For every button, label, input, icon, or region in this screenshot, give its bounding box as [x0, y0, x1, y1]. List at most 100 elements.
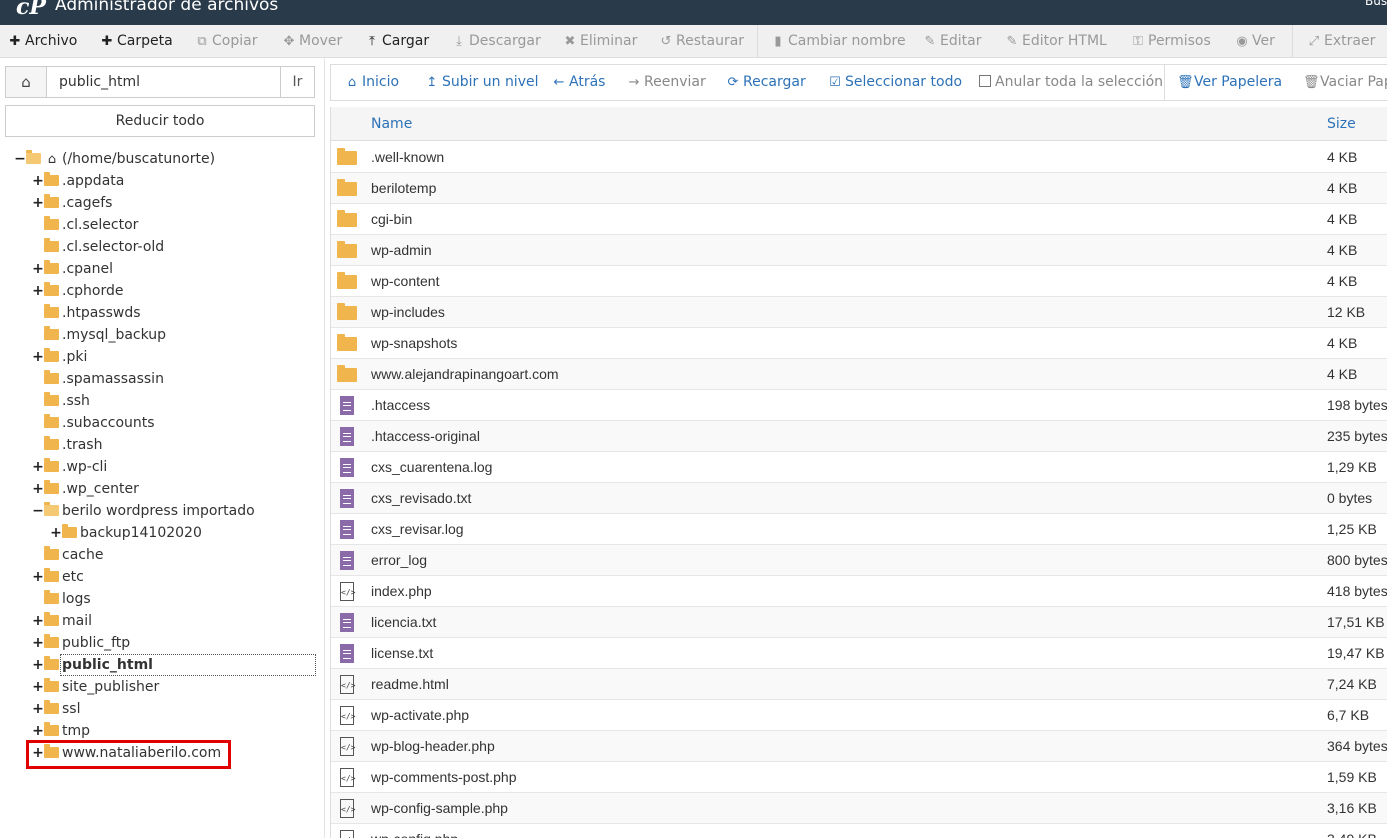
table-row[interactable]: cgi-bin 4 KB [331, 204, 1387, 235]
tree-item[interactable]: + .appdata [32, 170, 124, 192]
tree-item[interactable]: + etc [32, 566, 84, 588]
table-row[interactable]: cxs_revisado.txt 0 bytes [331, 483, 1387, 514]
toolbar-editar-button[interactable]: ✎ Editar [923, 33, 982, 49]
expand-icon[interactable]: + [32, 192, 44, 214]
folder-icon [44, 282, 59, 296]
expand-icon[interactable]: + [32, 456, 44, 478]
tree-item[interactable]: .cl.selector-old [32, 236, 164, 258]
toolbar-eliminar-button[interactable]: ✖ Eliminar [563, 33, 638, 49]
cpanel-logo[interactable]: cP [16, 0, 46, 20]
toolbar-cargar-button[interactable]: ⤒ Cargar [365, 33, 429, 49]
tree-item[interactable]: + .wp-cli [32, 456, 107, 478]
table-row[interactable]: .htaccess 198 bytes [331, 390, 1387, 421]
table-row[interactable]: licencia.txt 17,51 KB [331, 607, 1387, 638]
file-size: 364 bytes [1327, 738, 1387, 754]
tree-item[interactable]: + backup14102020 [50, 522, 202, 544]
tree-item[interactable]: .mysql_backup [32, 324, 166, 346]
home-icon[interactable]: ⌂ [6, 67, 47, 97]
table-row[interactable]: .htaccess-original 235 bytes [331, 421, 1387, 452]
tree-item[interactable]: .subaccounts [32, 412, 155, 434]
tree-item[interactable]: + mail [32, 610, 92, 632]
tree-item[interactable]: logs [32, 588, 91, 610]
pane-divider[interactable] [324, 58, 325, 838]
tree-item[interactable]: + .cagefs [32, 192, 112, 214]
collapse-icon[interactable]: − [14, 148, 26, 170]
expand-icon[interactable]: + [32, 654, 44, 676]
collapse-all-button[interactable]: Reducir todo [5, 105, 315, 137]
toolbar-editor-html-button[interactable]: ✎ Editor HTML [1005, 33, 1107, 49]
table-row[interactable]: </> wp-blog-header.php 364 bytes [331, 731, 1387, 762]
nav-recargar-button[interactable]: ⟳ Recargar [726, 74, 806, 90]
table-row[interactable]: wp-admin 4 KB [331, 235, 1387, 266]
table-row[interactable]: license.txt 19,47 KB [331, 638, 1387, 669]
tree-item[interactable]: .ssh [32, 390, 90, 412]
table-row[interactable]: error_log 800 bytes [331, 545, 1387, 576]
column-size-header[interactable]: Size [1327, 116, 1356, 132]
nav-atrás-button[interactable]: ← Atrás [552, 74, 606, 90]
toolbar-carpeta-button[interactable]: ✚ Carpeta [100, 33, 173, 49]
table-row[interactable]: berilotemp 4 KB [331, 173, 1387, 204]
nav-subir-un-nivel-button[interactable]: ↥ Subir un nivel [425, 74, 539, 90]
column-name-header[interactable]: Name [371, 116, 412, 132]
nav-ver-papelera-button[interactable]: 🗑Ver Papelera [1177, 74, 1282, 90]
tree-item[interactable]: .htpasswds [32, 302, 141, 324]
toolbar-extraer-button[interactable]: ⤢ Extraer [1307, 33, 1376, 49]
table-row[interactable]: .well-known 4 KB [331, 142, 1387, 173]
table-row[interactable]: cxs_revisar.log 1,25 KB [331, 514, 1387, 545]
nav-inicio-button[interactable]: ⌂ Inicio [345, 74, 399, 90]
table-row[interactable]: </> wp-config.php 3,49 KB [331, 824, 1387, 838]
expand-icon[interactable]: + [32, 610, 44, 632]
tree-item[interactable]: cache [32, 544, 103, 566]
expand-icon[interactable]: + [32, 280, 44, 302]
expand-icon[interactable]: + [32, 676, 44, 698]
table-row[interactable]: </> wp-config-sample.php 3,16 KB [331, 793, 1387, 824]
table-row[interactable]: wp-content 4 KB [331, 266, 1387, 297]
toolbar-permisos-button[interactable]: ⚿ Permisos [1131, 33, 1211, 49]
tree-item[interactable]: + .cpanel [32, 258, 113, 280]
toolbar-descargar-button[interactable]: ⤓ Descargar [452, 33, 541, 49]
toolbar-archivo-button[interactable]: ✚ Archivo [8, 33, 78, 49]
nav-anular-toda-la-selección-button[interactable]: Anular toda la selección [979, 74, 1163, 90]
toolbar-copiar-button[interactable]: ⧉ Copiar [195, 33, 257, 49]
expand-icon[interactable]: + [32, 258, 44, 280]
nav-vaciar-pap-button[interactable]: 🗑Vaciar Pap [1303, 74, 1387, 90]
path-input[interactable] [48, 67, 280, 97]
tree-item[interactable]: .cl.selector [32, 214, 138, 236]
tree-item[interactable]: + public_ftp [32, 632, 130, 654]
tree-root[interactable]: − ⌂ (/home/buscatunorte) [14, 148, 215, 170]
nav-seleccionar-todo-button[interactable]: ☑ Seleccionar todo [828, 74, 962, 90]
expand-icon[interactable]: + [32, 566, 44, 588]
table-row[interactable]: </> wp-comments-post.php 1,59 KB [331, 762, 1387, 793]
collapse-icon[interactable]: − [32, 500, 44, 522]
toolbar-ver-button[interactable]: ◉ Ver [1235, 33, 1275, 49]
tree-item[interactable]: + .wp_center [32, 478, 139, 500]
user-name[interactable]: Bus [1365, 0, 1387, 8]
tree-item[interactable]: + ssl [32, 698, 80, 720]
expand-icon[interactable]: + [32, 698, 44, 720]
toolbar-mover-button[interactable]: ✥ Mover [282, 33, 343, 49]
table-row[interactable]: </> wp-activate.php 6,7 KB [331, 700, 1387, 731]
table-row[interactable]: www.alejandrapinangoart.com 4 KB [331, 359, 1387, 390]
tree-item[interactable]: + site_publisher [32, 676, 159, 698]
table-row[interactable]: </> readme.html 7,24 KB [331, 669, 1387, 700]
expand-icon[interactable]: + [32, 170, 44, 192]
nav-reenviar-button[interactable]: → Reenviar [627, 74, 706, 90]
tree-item[interactable]: − berilo wordpress importado [32, 500, 255, 522]
table-row[interactable]: wp-snapshots 4 KB [331, 328, 1387, 359]
tree-item[interactable]: + .pki [32, 346, 87, 368]
tree-item[interactable]: .trash [32, 434, 102, 456]
expand-icon[interactable]: + [32, 346, 44, 368]
go-button[interactable]: Ir [280, 67, 314, 97]
table-row[interactable]: wp-includes 12 KB [331, 297, 1387, 328]
toolbar-restaurar-button[interactable]: ↺ Restaurar [659, 33, 745, 49]
table-row[interactable]: </> index.php 418 bytes [331, 576, 1387, 607]
expand-icon[interactable]: + [32, 478, 44, 500]
tree-item[interactable]: + tmp [32, 720, 90, 742]
tree-item[interactable]: + .cphorde [32, 280, 123, 302]
expand-icon[interactable]: + [32, 632, 44, 654]
toolbar-cambiar-nombre-button[interactable]: ▮ Cambiar nombre [771, 33, 905, 49]
expand-icon[interactable]: + [50, 522, 62, 544]
table-row[interactable]: cxs_cuarentena.log 1,29 KB [331, 452, 1387, 483]
tree-item[interactable]: .spamassassin [32, 368, 164, 390]
expand-icon[interactable]: + [32, 720, 44, 742]
